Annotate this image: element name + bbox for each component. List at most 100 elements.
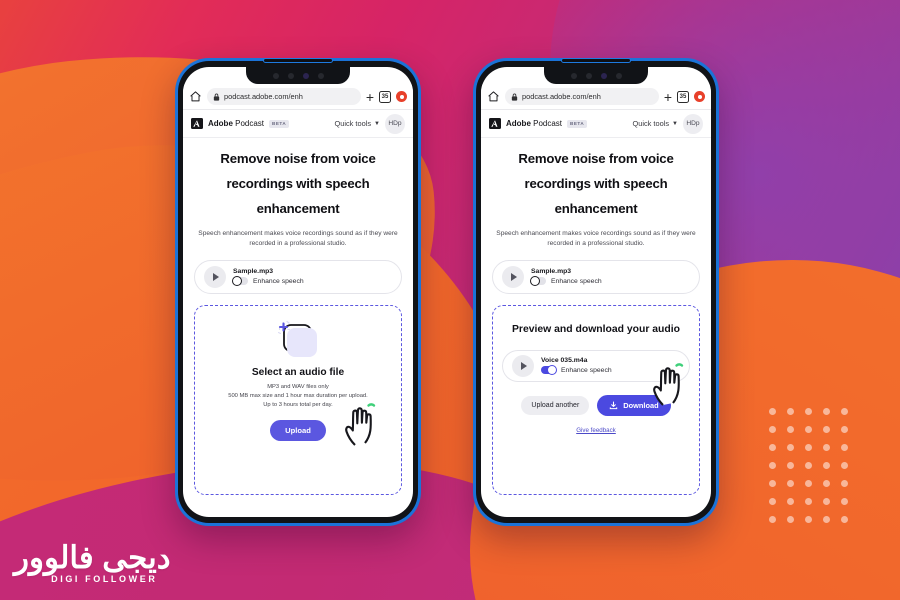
dot [805,516,812,523]
result-enhance-toggle-row[interactable]: Enhance speech [541,365,612,376]
page-subtitle: Speech enhancement makes voice recording… [496,230,696,248]
avatar[interactable]: HDp [683,113,703,134]
adobe-logo-icon [191,118,203,129]
dot [769,462,776,469]
dot [787,498,794,505]
watermark: دیجی فالوور DIGI FOLLOWER [14,542,172,584]
enhance-speech-label: Enhance speech [253,277,304,285]
beta-badge: BETA [269,119,290,128]
dot [823,408,830,415]
download-button[interactable]: Download [597,394,671,416]
url-bar[interactable]: podcast.adobe.com/enh [207,88,361,105]
dot [787,444,794,451]
result-audio-player[interactable]: Voice 035.m4a Enhance speech [502,349,690,382]
result-player-info: Voice 035.m4a Enhance speech [541,357,612,376]
home-icon[interactable] [487,90,500,103]
page-title: Remove noise from voice recordings with … [518,151,674,217]
dot [823,426,830,433]
dropzone-line2: 500 MB max size and 1 hour max duration … [228,393,368,400]
enhance-speech-toggle[interactable] [530,276,546,287]
page-content: Remove noise from voice recordings with … [183,138,413,517]
dot [841,426,848,433]
brand-light: Podcast [235,119,265,128]
enhance-toggle-row[interactable]: Enhance speech [232,276,304,287]
enhance-speech-toggle[interactable] [232,276,248,287]
play-button[interactable] [204,265,226,288]
dropzone-title: Select an audio file [251,366,345,378]
brand-light: Podcast [533,119,563,128]
play-button[interactable] [512,354,534,377]
play-button[interactable] [502,265,524,288]
browser-toolbar: podcast.adobe.com/enh + 35 [481,84,711,110]
result-title: Preview and download your audio [511,323,680,335]
dot [823,516,830,523]
quick-tools-menu[interactable]: Quick tools ▼ [334,119,380,128]
tab-switcher-button[interactable]: 35 [677,90,689,103]
result-file-name: Voice 035.m4a [541,357,588,365]
download-label: Download [623,400,659,410]
dot [805,444,812,451]
dot [769,426,776,433]
sensor-secondary-icon [615,72,622,79]
sample-file-name: Sample.mp3 [233,268,274,276]
phone-notch [544,67,648,84]
phone-bezel: podcast.adobe.com/enh + 35 Adobe Podcast… [476,58,716,523]
play-icon [521,361,527,370]
dot [805,426,812,433]
quick-tools-label: Quick tools [632,119,670,128]
new-tab-button[interactable]: + [366,90,374,104]
dot [841,408,848,415]
upload-another-button[interactable]: Upload another [521,395,590,415]
sensor-icon [287,72,294,79]
sample-file-name: Sample.mp3 [531,268,572,276]
chevron-down-icon: ▼ [374,120,380,127]
result-panel: Preview and download your audio Voice 03… [492,304,700,495]
play-icon [213,272,219,281]
watermark-latin: DIGI FOLLOWER [51,574,158,584]
phone-screen: podcast.adobe.com/enh + 35 Adobe Podcast… [481,67,711,517]
dot [805,462,812,469]
download-icon [610,401,618,409]
enhance-toggle-row[interactable]: Enhance speech [530,276,602,287]
phone-speaker [263,58,333,63]
player-info: Sample.mp3 Enhance speech [530,268,602,287]
adobe-logo-icon [489,118,501,129]
dot [841,444,848,451]
dot [841,480,848,487]
dot [823,462,830,469]
sample-audio-player[interactable]: Sample.mp3 Enhance speech [492,259,700,294]
result-actions: Upload another Download [502,394,690,416]
dot-grid-decoration [769,408,853,528]
avatar[interactable]: HDp [385,113,405,134]
profile-button[interactable] [694,91,705,102]
url-bar[interactable]: podcast.adobe.com/enh [505,88,659,105]
chevron-down-icon: ▼ [672,120,678,127]
upload-button[interactable]: Upload [270,419,326,441]
brand-name: Adobe Podcast [208,119,264,128]
sensor-secondary-icon [317,72,324,79]
dot [769,480,776,487]
hand-pointer-icon [345,403,376,446]
new-tab-button[interactable]: + [664,90,672,104]
enhance-speech-toggle[interactable] [541,365,557,376]
profile-button[interactable] [396,91,407,102]
enhance-speech-label: Enhance speech [551,277,602,285]
lock-icon [511,93,518,101]
dot [823,444,830,451]
browser-toolbar: podcast.adobe.com/enh + 35 [183,84,413,110]
brand-name: Adobe Podcast [506,119,562,128]
beta-badge: BETA [567,119,588,128]
front-camera-icon [600,72,607,79]
icon-shadow [287,327,317,357]
dot [769,408,776,415]
sample-audio-player[interactable]: Sample.mp3 Enhance speech [194,259,402,294]
home-icon[interactable] [189,90,202,103]
dot [805,498,812,505]
player-info: Sample.mp3 Enhance speech [232,268,304,287]
quick-tools-menu[interactable]: Quick tools ▼ [632,119,678,128]
give-feedback-link[interactable]: Give feedback [576,427,616,434]
dropzone-line1: MP3 and WAV files only [267,383,329,390]
file-dropzone[interactable]: Select an audio file MP3 and WAV files o… [194,304,402,495]
tab-switcher-button[interactable]: 35 [379,90,391,103]
dot [787,408,794,415]
